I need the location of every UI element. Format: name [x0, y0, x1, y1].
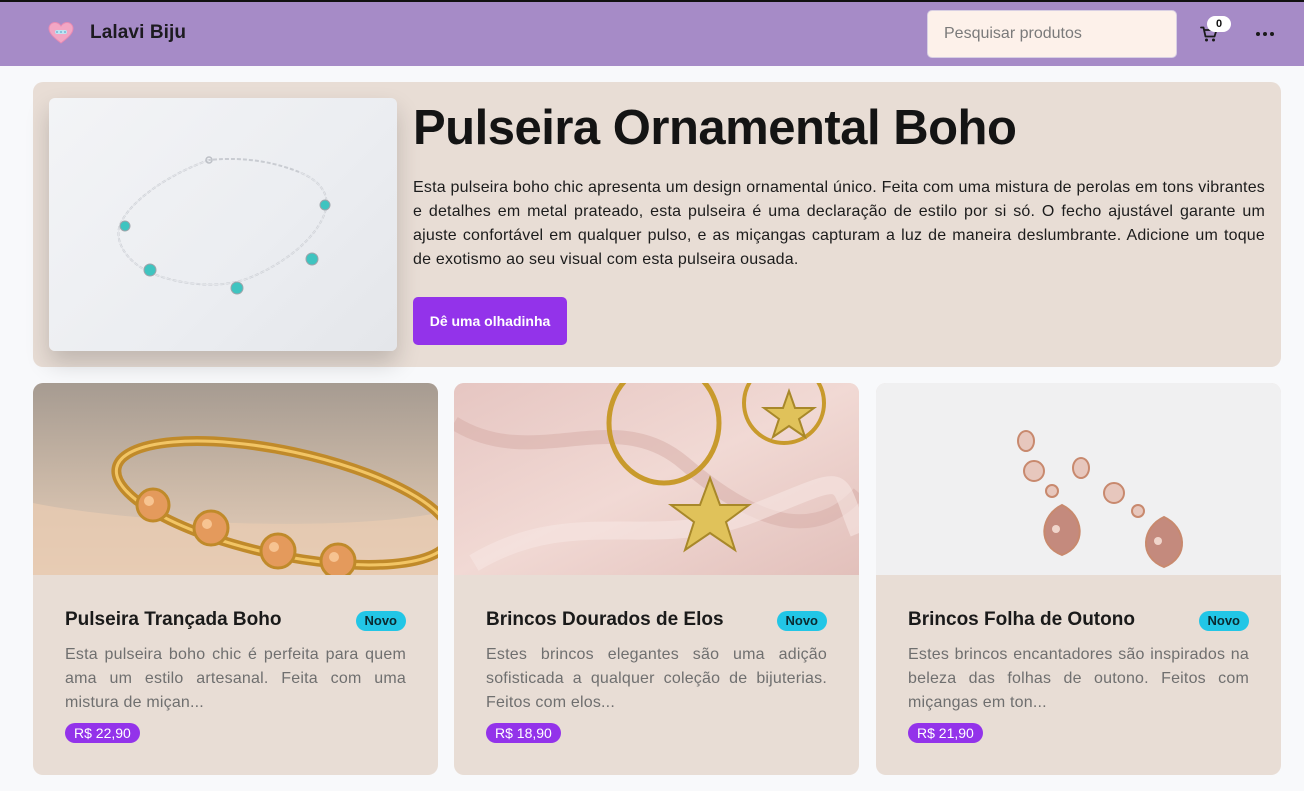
product-description: Esta pulseira boho chic é perfeita para …	[65, 646, 406, 711]
braided-bracelet-illustration	[33, 383, 438, 575]
cart-button[interactable]: 0	[1196, 16, 1231, 46]
star-earrings-illustration	[454, 383, 859, 575]
featured-product-title: Pulseira Ornamental Boho	[413, 101, 1017, 155]
navbar: Lalavi Biju 0	[0, 2, 1304, 66]
featured-product-image[interactable]	[49, 98, 397, 351]
product-image[interactable]	[454, 383, 859, 575]
featured-product-description: Esta pulseira boho chic apresenta um des…	[413, 179, 1265, 268]
new-badge: Novo	[1198, 611, 1249, 631]
product-title: Brincos Dourados de Elos	[486, 609, 724, 630]
product-image[interactable]	[33, 383, 438, 575]
new-badge: Novo	[776, 611, 827, 631]
brand-name: Lalavi Biju	[90, 22, 187, 43]
bracelet-illustration	[117, 156, 331, 295]
brand-link[interactable]: Lalavi Biju	[48, 20, 186, 46]
product-card[interactable]: Brincos Folha de Outono Novo Estes brinc…	[876, 383, 1281, 775]
price-tag: R$ 21,90	[908, 723, 983, 743]
price-tag: R$ 22,90	[65, 723, 140, 743]
product-title: Pulseira Trançada Boho	[65, 609, 282, 630]
product-card[interactable]: Pulseira Trançada Boho Novo Esta pulseir…	[33, 383, 438, 775]
more-menu-button[interactable]	[1252, 23, 1278, 45]
product-description: Estes brincos encantadores são inspirado…	[908, 646, 1249, 711]
cart-count-badge: 0	[1207, 16, 1231, 32]
heart-logo-icon	[48, 21, 74, 44]
product-card[interactable]: Brincos Dourados de Elos Novo Estes brin…	[454, 383, 859, 775]
search-input[interactable]	[927, 10, 1177, 58]
featured-product: Pulseira Ornamental Boho Esta pulseira b…	[33, 82, 1281, 367]
new-badge: Novo	[355, 611, 406, 631]
more-icon	[1256, 32, 1274, 36]
drop-earrings-illustration	[876, 383, 1281, 575]
product-description: Estes brincos elegantes são uma adição s…	[486, 646, 827, 711]
price-tag: R$ 18,90	[486, 723, 561, 743]
product-title: Brincos Folha de Outono	[908, 609, 1135, 630]
take-a-look-button[interactable]: Dê uma olhadinha	[413, 297, 567, 345]
product-image[interactable]	[876, 383, 1281, 575]
